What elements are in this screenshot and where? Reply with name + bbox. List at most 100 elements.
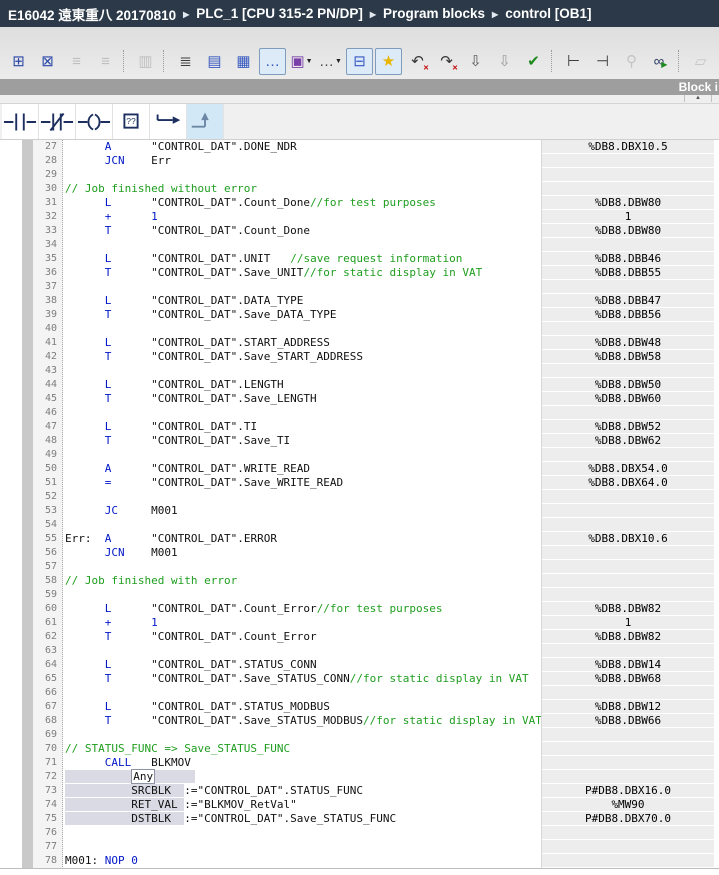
code-line[interactable]: M001: NOP 0 [65, 854, 539, 868]
code-line[interactable]: T "CONTROL_DAT".Count_Done [65, 224, 539, 238]
code-line[interactable] [65, 518, 539, 532]
code-line[interactable]: + 1 [65, 616, 539, 630]
code-line[interactable]: JCN Err [65, 154, 539, 168]
network-title-toggle-icon[interactable]: ▤ [201, 48, 228, 75]
consistency-check-icon[interactable]: ⇩ [491, 48, 518, 75]
coil-icon [77, 107, 111, 137]
code-line[interactable] [65, 280, 539, 294]
block-interface-header[interactable]: Block i [0, 79, 719, 95]
address-cell: %DB8.DBW50 [542, 378, 714, 391]
code-line[interactable]: JCN M001 [65, 546, 539, 560]
monitoring-icon[interactable]: ∞▶ [647, 48, 674, 75]
insert-comment-icon[interactable]: …▼ [317, 48, 344, 75]
closed-contact-button[interactable] [39, 104, 76, 139]
insert-network-icon[interactable]: ⊞ [5, 48, 32, 75]
open-branch-button[interactable] [150, 104, 187, 139]
code-line[interactable]: T "CONTROL_DAT".Save_UNIT//for static di… [65, 266, 539, 280]
breadcrumb-item[interactable]: E16042 遠東重八 20170810 [8, 4, 176, 24]
previous-error-icon[interactable]: ↶✕ [404, 48, 431, 75]
line-number: 30 [33, 182, 62, 196]
code-line[interactable]: T "CONTROL_DAT".Save_STATUS_CONN//for st… [65, 672, 539, 686]
code-line[interactable]: L "CONTROL_DAT".DATA_TYPE [65, 294, 539, 308]
address-cell: %DB8.DBB56 [542, 308, 714, 321]
coil-button[interactable] [76, 104, 113, 139]
code-line[interactable]: // Job finished with error [65, 574, 539, 588]
code-line[interactable]: A "CONTROL_DAT".DONE_NDR [65, 140, 539, 154]
code-line[interactable] [65, 490, 539, 504]
toolbar-separator [163, 50, 168, 72]
any-operand-placeholder[interactable]: Any [131, 769, 155, 784]
address-cell: %DB8.DBW60 [542, 392, 714, 405]
update-block-call-icon[interactable]: ⇩ [462, 48, 489, 75]
code-line[interactable]: L "CONTROL_DAT".STATUS_CONN [65, 658, 539, 672]
line-number: 28 [33, 154, 62, 168]
code-line[interactable]: L "CONTROL_DAT".STATUS_MODBUS [65, 700, 539, 714]
code-line[interactable]: T "CONTROL_DAT".Count_Error [65, 630, 539, 644]
address-cell [542, 574, 714, 587]
code-line[interactable] [65, 168, 539, 182]
code-line[interactable]: JC M001 [65, 504, 539, 518]
code-line[interactable] [65, 728, 539, 742]
code-line[interactable]: Err: A "CONTROL_DAT".ERROR [65, 532, 539, 546]
code-line[interactable]: L "CONTROL_DAT".START_ADDRESS [65, 336, 539, 350]
code-line[interactable] [65, 406, 539, 420]
code-line[interactable] [65, 826, 539, 840]
code-line[interactable]: CALL BLKMOV [65, 756, 539, 770]
code-line[interactable] [65, 560, 539, 574]
code-line[interactable] [65, 238, 539, 252]
next-error-icon[interactable]: ↷✕ [433, 48, 460, 75]
code-line[interactable]: L "CONTROL_DAT".UNIT //save request info… [65, 252, 539, 266]
code-line[interactable]: // Job finished without error [65, 182, 539, 196]
code-line[interactable] [65, 588, 539, 602]
code-line[interactable]: // STATUS_FUNC => Save_STATUS_FUNC [65, 742, 539, 756]
empty-box-button[interactable]: ?? [113, 104, 150, 139]
address-cell: %DB8.DBX10.5 [542, 140, 714, 153]
compile-icon[interactable]: ✔ [520, 48, 547, 75]
line-number: 77 [33, 840, 62, 854]
breadcrumb-item[interactable]: control [OB1] [505, 6, 591, 21]
code-line[interactable]: T "CONTROL_DAT".Save_STATUS_MODBUS//for … [65, 714, 539, 728]
open-contact-button[interactable] [2, 104, 39, 139]
code-line[interactable]: SRCBLK :="CONTROL_DAT".STATUS_FUNC [65, 784, 539, 798]
line-number: 45 [33, 392, 62, 406]
code-line[interactable] [65, 364, 539, 378]
line-number: 69 [33, 728, 62, 742]
expand-networks-icon[interactable]: ⊟ [346, 48, 373, 75]
code-line[interactable]: T "CONTROL_DAT".Save_TI [65, 434, 539, 448]
code-line[interactable]: L "CONTROL_DAT".Count_Done//for test pur… [65, 196, 539, 210]
absolute-operands-icon[interactable]: ≣ [172, 48, 199, 75]
delete-network-icon[interactable]: ⊠ [34, 48, 61, 75]
code-line[interactable]: RET_VAL :="BLKMOV_RetVal" [65, 798, 539, 812]
insert-block-icon[interactable]: ▣▼ [288, 48, 315, 75]
code-line[interactable]: L "CONTROL_DAT".LENGTH [65, 378, 539, 392]
comments-toggle-icon[interactable]: … [259, 48, 286, 75]
code-line[interactable]: L "CONTROL_DAT".Count_Error//for test pu… [65, 602, 539, 616]
expand-all-icon[interactable]: ⊢ [560, 48, 587, 75]
code-line[interactable]: T "CONTROL_DAT".Save_START_ADDRESS [65, 350, 539, 364]
code-line[interactable] [65, 322, 539, 336]
code-line[interactable] [65, 448, 539, 462]
code-line[interactable]: = "CONTROL_DAT".Save_WRITE_READ [65, 476, 539, 490]
network-comment-toggle-icon[interactable]: ▦ [230, 48, 257, 75]
code-line[interactable] [65, 644, 539, 658]
breadcrumb-item[interactable]: Program blocks [383, 6, 485, 21]
code-line[interactable]: Any [65, 770, 539, 784]
address-cell [542, 686, 714, 699]
address-cell [542, 280, 714, 293]
code-line[interactable] [65, 686, 539, 700]
code-line[interactable] [65, 840, 539, 854]
code-line[interactable]: + 1 [65, 210, 539, 224]
stl-code-editor[interactable]: 2728293031323334353637383940414243444546… [0, 140, 719, 869]
collapse-all-icon[interactable]: ⊣ [589, 48, 616, 75]
close-branch-button[interactable] [187, 104, 224, 139]
collapse-panel-icon[interactable]: ▲ [684, 95, 712, 102]
code-line[interactable]: T "CONTROL_DAT".Save_LENGTH [65, 392, 539, 406]
code-line[interactable]: L "CONTROL_DAT".TI [65, 420, 539, 434]
address-cell: %DB8.DBW82 [542, 602, 714, 615]
code-line[interactable]: DSTBLK :="CONTROL_DAT".Save_STATUS_FUNC [65, 812, 539, 826]
favorites-toggle-icon[interactable]: ★ [375, 48, 402, 75]
line-number: 55 [33, 532, 62, 546]
breadcrumb-item[interactable]: PLC_1 [CPU 315-2 PN/DP] [196, 6, 363, 21]
code-line[interactable]: T "CONTROL_DAT".Save_DATA_TYPE [65, 308, 539, 322]
code-line[interactable]: A "CONTROL_DAT".WRITE_READ [65, 462, 539, 476]
